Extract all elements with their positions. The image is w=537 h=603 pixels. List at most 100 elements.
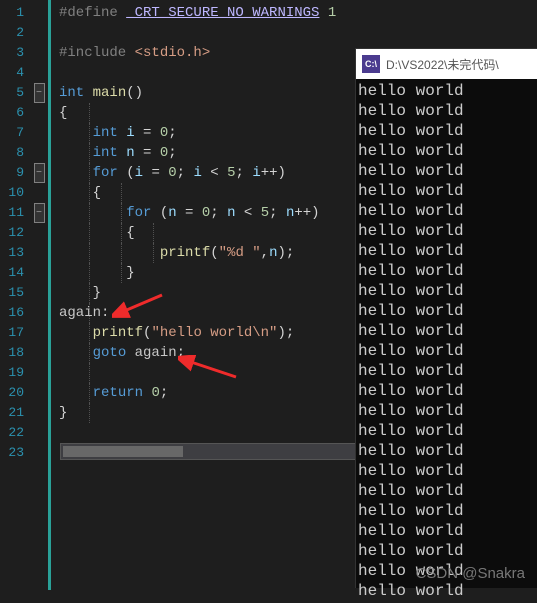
indent-guide — [89, 383, 90, 403]
fold-cell — [30, 243, 48, 263]
token: { — [59, 105, 67, 121]
fold-cell — [30, 323, 48, 343]
token: = — [177, 205, 202, 221]
line-number: 19 — [0, 363, 30, 383]
token: 0 — [151, 385, 159, 401]
line-number-gutter: 1234567891011121314151617181920212223 — [0, 0, 30, 590]
token — [319, 5, 327, 21]
token: ; — [168, 125, 176, 141]
indent-guide — [89, 323, 90, 343]
line-number: 7 — [0, 123, 30, 143]
token: ; — [160, 385, 168, 401]
fold-toggle[interactable]: − — [34, 163, 45, 183]
token: return — [93, 385, 143, 401]
fold-cell — [30, 23, 48, 43]
code-line[interactable]: #define _CRT_SECURE_NO_WARNINGS 1 — [51, 3, 537, 23]
token: 1 — [328, 5, 336, 21]
indent-guide — [121, 223, 122, 243]
fold-cell — [30, 143, 48, 163]
line-number: 8 — [0, 143, 30, 163]
fold-cell — [30, 183, 48, 203]
token: ; — [177, 165, 194, 181]
token: 5 — [227, 165, 235, 181]
token: again: — [59, 305, 109, 321]
line-number: 23 — [0, 443, 30, 463]
token: int — [93, 125, 118, 141]
token: , — [261, 245, 269, 261]
fold-cell — [30, 443, 48, 463]
line-number: 9 — [0, 163, 30, 183]
fold-toggle[interactable]: − — [34, 203, 45, 223]
token: n — [227, 205, 235, 221]
fold-cell — [30, 223, 48, 243]
token: 0 — [168, 165, 176, 181]
indent-guide — [89, 263, 90, 283]
indent-guide — [89, 163, 90, 183]
token — [59, 265, 126, 281]
line-number: 3 — [0, 43, 30, 63]
token: } — [59, 405, 67, 421]
fold-toggle[interactable]: − — [34, 83, 45, 103]
token — [126, 345, 134, 361]
watermark: CSDN @Snakra — [416, 565, 525, 582]
fold-cell — [30, 3, 48, 23]
token: < — [236, 205, 261, 221]
fold-cell: − — [30, 163, 48, 183]
token — [59, 245, 160, 261]
token: ; — [210, 205, 227, 221]
line-number: 4 — [0, 63, 30, 83]
token — [118, 125, 126, 141]
code-line[interactable] — [51, 23, 537, 43]
fold-cell — [30, 303, 48, 323]
token: i — [135, 165, 143, 181]
line-number: 6 — [0, 103, 30, 123]
console-output[interactable]: hello world hello world hello world hell… — [356, 79, 537, 603]
token: ); — [277, 325, 294, 341]
token: printf — [160, 245, 210, 261]
token: ); — [277, 245, 294, 261]
token — [59, 345, 93, 361]
token: ( — [118, 165, 135, 181]
line-number: 10 — [0, 183, 30, 203]
token — [59, 385, 93, 401]
token: { — [126, 225, 134, 241]
token — [59, 185, 93, 201]
indent-guide — [89, 343, 90, 363]
token — [59, 125, 93, 141]
token: ; — [177, 345, 185, 361]
cmd-icon: C:\ — [362, 55, 380, 73]
fold-cell — [30, 43, 48, 63]
line-number: 18 — [0, 343, 30, 363]
token: n — [126, 145, 134, 161]
token: 5 — [261, 205, 269, 221]
indent-guide — [89, 303, 90, 323]
line-number: 15 — [0, 283, 30, 303]
token: printf — [93, 325, 143, 341]
indent-guide — [89, 223, 90, 243]
indent-guide — [153, 223, 154, 243]
line-number: 2 — [0, 23, 30, 43]
token: int — [93, 145, 118, 161]
token: ( — [210, 245, 218, 261]
token: } — [93, 285, 101, 301]
token: ; — [269, 205, 286, 221]
indent-guide — [121, 243, 122, 263]
line-number: 21 — [0, 403, 30, 423]
scrollbar-thumb[interactable] — [63, 446, 183, 457]
token: i — [193, 165, 201, 181]
indent-guide — [89, 123, 90, 143]
fold-cell — [30, 103, 48, 123]
line-number: 1 — [0, 3, 30, 23]
fold-cell: − — [30, 83, 48, 103]
fold-cell — [30, 363, 48, 383]
console-titlebar[interactable]: C:\ D:\VS2022\未完代码\ — [356, 49, 537, 79]
token: int — [59, 85, 84, 101]
line-number: 13 — [0, 243, 30, 263]
token: ++) — [294, 205, 319, 221]
token: goto — [93, 345, 127, 361]
token: = — [135, 125, 160, 141]
token: #define — [59, 5, 126, 21]
fold-cell — [30, 423, 48, 443]
indent-guide — [89, 243, 90, 263]
fold-cell — [30, 383, 48, 403]
